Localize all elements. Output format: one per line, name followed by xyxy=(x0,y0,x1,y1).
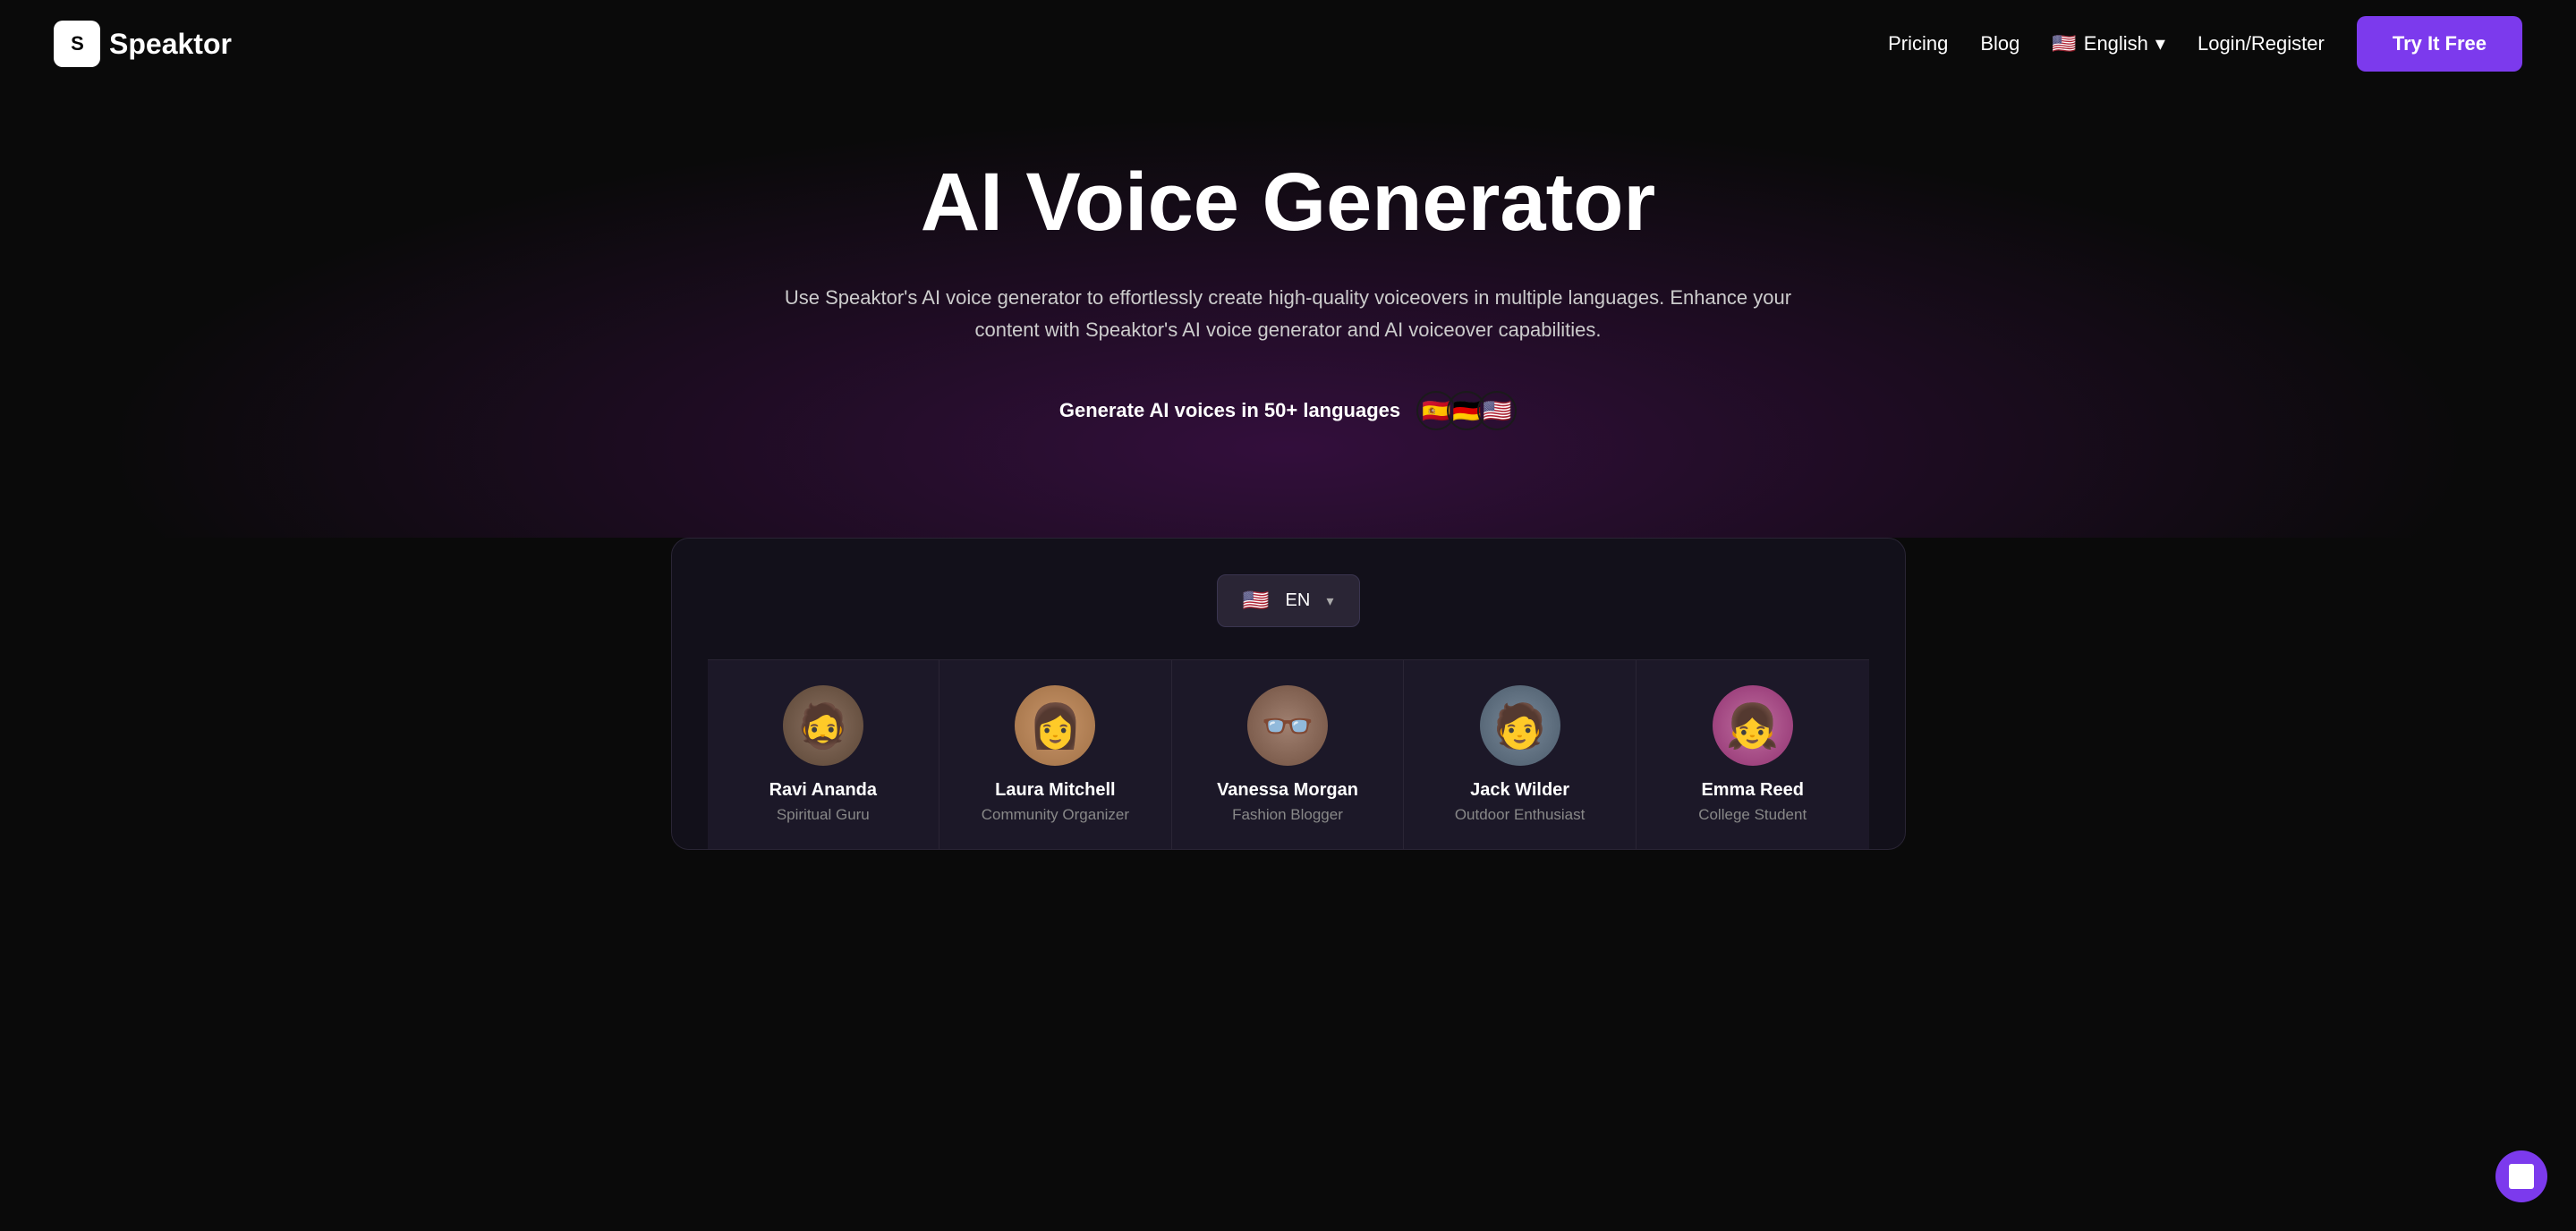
avatar-emoji: 👩 xyxy=(1015,685,1095,766)
languages-row: Generate AI voices in 50+ languages 🇪🇸 🇩… xyxy=(54,391,2522,430)
voice-name: Ravi Ananda xyxy=(726,780,922,801)
language-dropdown-wrapper: 🇺🇸 EN ▾ xyxy=(708,574,1869,627)
dropdown-label: EN xyxy=(1286,590,1311,611)
hero-description: Use Speaktor's AI voice generator to eff… xyxy=(752,282,1825,347)
blog-link[interactable]: Blog xyxy=(1980,32,2019,55)
voice-avatar: 🧔 xyxy=(783,685,863,766)
preview-card: 🇺🇸 EN ▾ 🧔 Ravi Ananda Spiritual Guru 👩 L… xyxy=(671,538,1906,850)
voice-card-laura-mitchell[interactable]: 👩 Laura Mitchell Community Organizer xyxy=(939,659,1172,849)
voice-avatar: 👩 xyxy=(1015,685,1095,766)
nav-links: Pricing Blog 🇺🇸 English ▾ Login/Register… xyxy=(1888,16,2522,72)
avatar-emoji: 🧔 xyxy=(783,685,863,766)
voice-card-emma-reed[interactable]: 👧 Emma Reed College Student xyxy=(1637,659,1869,849)
languages-text: Generate AI voices in 50+ languages xyxy=(1059,399,1400,422)
voice-role: Fashion Blogger xyxy=(1190,806,1386,824)
voice-avatar: 👓 xyxy=(1247,685,1328,766)
voice-role: Outdoor Enthusiast xyxy=(1422,806,1618,824)
language-dropdown[interactable]: 🇺🇸 EN ▾ xyxy=(1217,574,1360,627)
logo-icon: S xyxy=(54,21,100,67)
hero-heading: AI Voice Generator xyxy=(54,159,2522,246)
voice-role: Community Organizer xyxy=(957,806,1153,824)
login-register-link[interactable]: Login/Register xyxy=(2198,32,2325,55)
voice-role: Spiritual Guru xyxy=(726,806,922,824)
voice-role: College Student xyxy=(1654,806,1851,824)
try-it-free-button[interactable]: Try It Free xyxy=(2357,16,2522,72)
voice-name: Jack Wilder xyxy=(1422,780,1618,801)
language-label: English xyxy=(2084,32,2148,55)
avatar-emoji: 🧑 xyxy=(1480,685,1560,766)
avatar-emoji: 👧 xyxy=(1713,685,1793,766)
avatar-emoji: 👓 xyxy=(1247,685,1328,766)
voice-name: Emma Reed xyxy=(1654,780,1851,801)
chat-icon xyxy=(2509,1164,2534,1189)
pricing-link[interactable]: Pricing xyxy=(1888,32,1948,55)
voice-name: Vanessa Morgan xyxy=(1190,780,1386,801)
voice-card-ravi-ananda[interactable]: 🧔 Ravi Ananda Spiritual Guru xyxy=(708,659,940,849)
voice-card-vanessa-morgan[interactable]: 👓 Vanessa Morgan Fashion Blogger xyxy=(1172,659,1405,849)
hero-section: AI Voice Generator Use Speaktor's AI voi… xyxy=(0,88,2576,538)
language-selector[interactable]: 🇺🇸 English ▾ xyxy=(2052,32,2165,55)
logo-name: Speaktor xyxy=(109,28,232,61)
chat-bubble-button[interactable] xyxy=(2495,1150,2547,1202)
flag-group: 🇪🇸 🇩🇪 🇺🇸 xyxy=(1416,391,1517,430)
preview-wrapper: 🇺🇸 EN ▾ 🧔 Ravi Ananda Spiritual Guru 👩 L… xyxy=(0,538,2576,850)
voices-grid: 🧔 Ravi Ananda Spiritual Guru 👩 Laura Mit… xyxy=(708,659,1869,849)
dropdown-flag-icon: 🇺🇸 xyxy=(1243,588,1270,614)
chevron-down-icon: ▾ xyxy=(2155,32,2165,55)
voice-avatar: 👧 xyxy=(1713,685,1793,766)
voice-card-jack-wilder[interactable]: 🧑 Jack Wilder Outdoor Enthusiast xyxy=(1404,659,1637,849)
navbar: S Speaktor Pricing Blog 🇺🇸 English ▾ Log… xyxy=(0,0,2576,88)
voice-avatar: 🧑 xyxy=(1480,685,1560,766)
voice-name: Laura Mitchell xyxy=(957,780,1153,801)
logo[interactable]: S Speaktor xyxy=(54,21,232,67)
flag-us-icon: 🇺🇸 xyxy=(1477,391,1517,430)
us-flag-icon: 🇺🇸 xyxy=(2052,32,2076,55)
dropdown-chevron-icon: ▾ xyxy=(1326,592,1333,610)
